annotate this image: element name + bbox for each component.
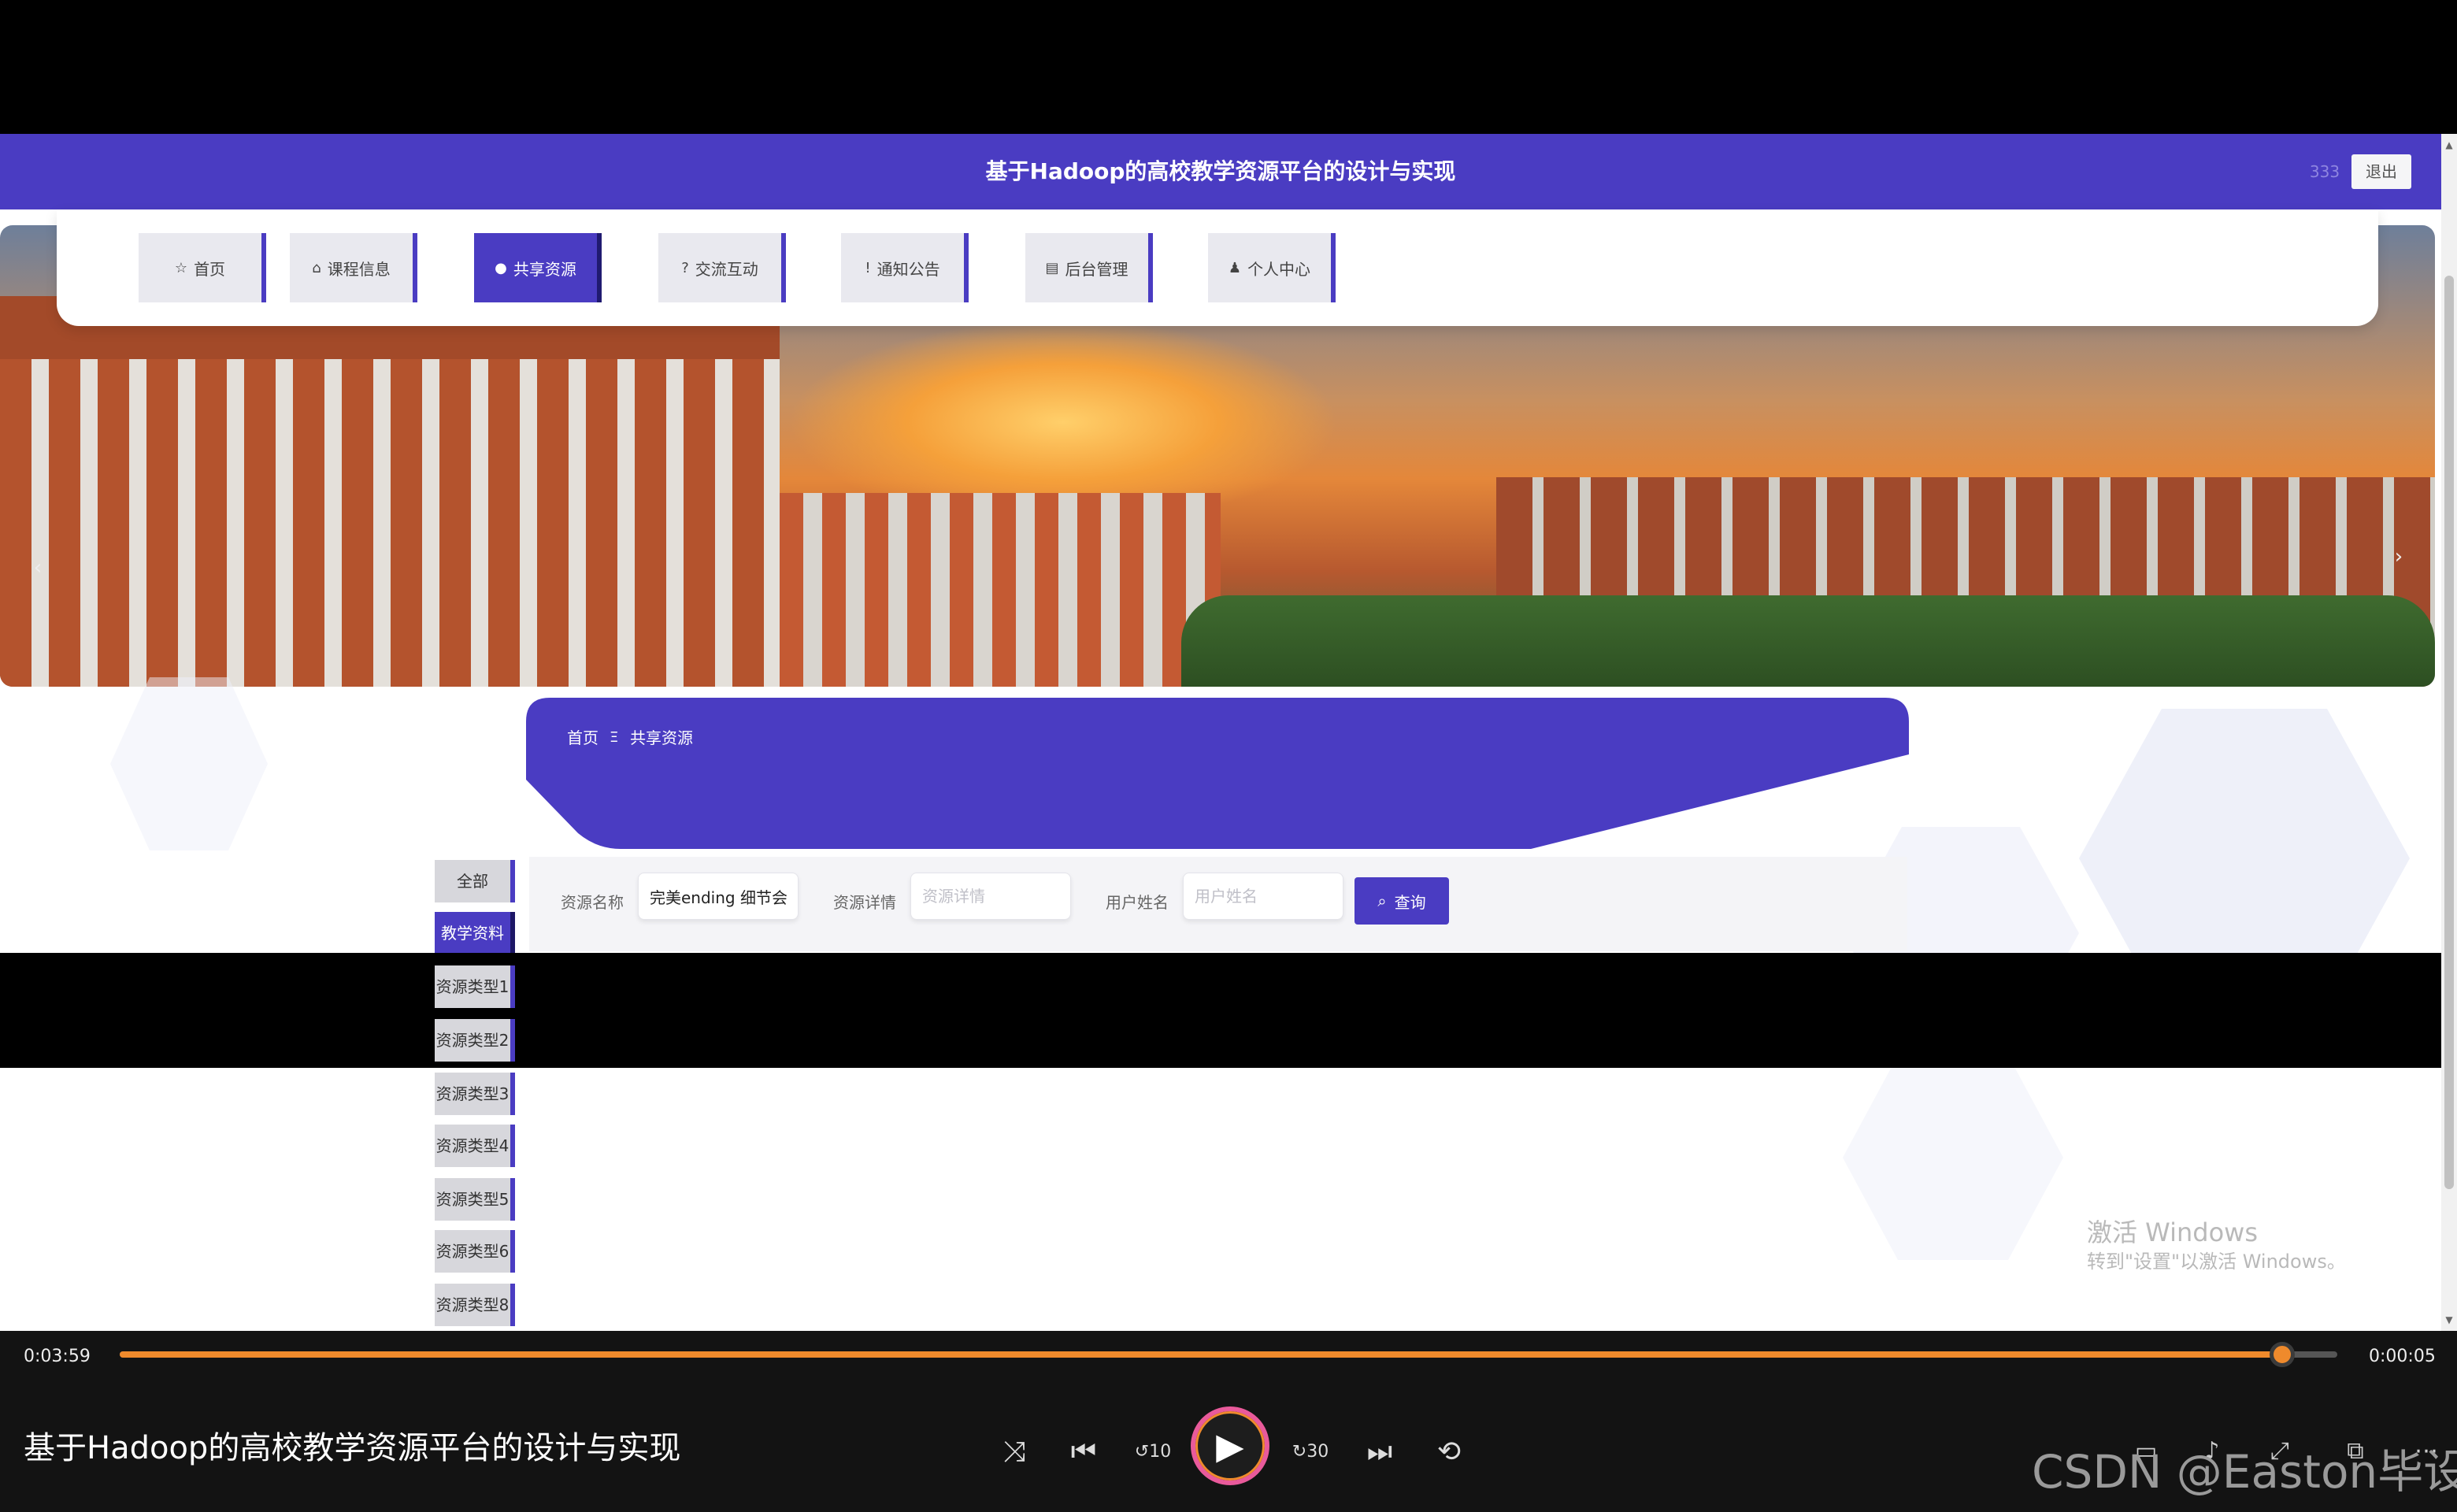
user-icon: ♟ xyxy=(1228,259,1242,276)
user-number: 333 xyxy=(2309,162,2340,181)
user-name-input[interactable] xyxy=(1183,873,1343,920)
search-button-label: 查询 xyxy=(1394,892,1426,912)
breadcrumb-separator: Ξ xyxy=(610,729,619,746)
loop-icon[interactable]: ⟲ xyxy=(1427,1430,1471,1474)
exclamation-icon: ! xyxy=(865,259,871,276)
question-icon: ? xyxy=(681,259,689,276)
category-teaching-materials[interactable]: 教学资料 xyxy=(435,912,515,954)
nav-tab-label: 课程信息 xyxy=(327,259,391,279)
csdn-watermark: CSDN @Easton毕设 xyxy=(2032,1445,2457,1499)
rewind-10-icon[interactable]: ↺10 xyxy=(1131,1430,1175,1474)
search-icon: ⌕ xyxy=(1377,891,1387,910)
carousel-next-icon[interactable]: › xyxy=(2389,545,2408,569)
nav-tab-admin[interactable]: ▤ 后台管理 xyxy=(1025,233,1153,302)
category-type-2[interactable]: 资源类型2 xyxy=(435,1019,515,1062)
search-button[interactable]: ⌕ 查询 xyxy=(1354,877,1449,925)
carousel-prev-icon[interactable]: ‹ xyxy=(28,556,47,580)
resource-name-label: 资源名称 xyxy=(561,893,624,912)
nav-tab-label: 后台管理 xyxy=(1065,259,1128,279)
scrollbar-thumb[interactable] xyxy=(2444,276,2454,1189)
nav-tab-label: 共享资源 xyxy=(513,259,576,279)
scroll-down-icon[interactable]: ▼ xyxy=(2441,1312,2457,1328)
current-time: 0:03:59 xyxy=(24,1347,91,1366)
breadcrumb-banner xyxy=(526,698,1909,849)
nav-tab-profile[interactable]: ♟ 个人中心 xyxy=(1208,233,1336,302)
hex-decoration xyxy=(110,677,268,850)
resource-name-input[interactable] xyxy=(638,873,799,920)
hex-decoration xyxy=(1843,1055,2063,1260)
banner-building-middle xyxy=(780,493,1221,687)
nav-tab-home[interactable]: ☆ 首页 xyxy=(139,233,266,302)
resource-detail-label: 资源详情 xyxy=(833,893,896,912)
forward-30-icon[interactable]: ↻30 xyxy=(1288,1430,1332,1474)
resource-detail-input[interactable] xyxy=(910,873,1071,920)
nav-tab-discussion[interactable]: ? 交流互动 xyxy=(658,233,786,302)
category-type-4[interactable]: 资源类型4 xyxy=(435,1125,515,1167)
nav-tab-notices[interactable]: ! 通知公告 xyxy=(841,233,969,302)
category-type-5[interactable]: 资源类型5 xyxy=(435,1178,515,1221)
info-circle-icon: ● xyxy=(495,259,507,276)
site-title: 基于Hadoop的高校教学资源平台的设计与实现 xyxy=(985,158,1456,184)
play-icon[interactable]: ▶ xyxy=(1191,1406,1269,1485)
previous-icon[interactable]: ⏮ xyxy=(1062,1430,1106,1474)
nav-tab-label: 通知公告 xyxy=(876,259,940,279)
nav-tab-label: 交流互动 xyxy=(695,259,758,279)
logout-button[interactable]: 退出 xyxy=(2351,154,2411,189)
category-all[interactable]: 全部 xyxy=(435,860,515,902)
nav-tab-shared-resources[interactable]: ● 共享资源 xyxy=(474,233,602,302)
next-icon[interactable]: ⏭ xyxy=(1358,1430,1402,1474)
bag-icon: ⌂ xyxy=(312,259,321,276)
video-title: 基于Hadoop的高校教学资源平台的设计与实现 xyxy=(24,1430,681,1466)
banner-trees xyxy=(1181,595,2435,687)
category-type-8[interactable]: 资源类型8 xyxy=(435,1284,515,1326)
calendar-icon: ▤ xyxy=(1045,259,1059,276)
site-header: 基于Hadoop的高校教学资源平台的设计与实现 333 退出 xyxy=(0,134,2441,209)
breadcrumb-current: 共享资源 xyxy=(630,728,693,747)
category-type-1[interactable]: 资源类型1 xyxy=(435,965,515,1008)
breadcrumb-home-link[interactable]: 首页 xyxy=(567,726,598,750)
category-type-3[interactable]: 资源类型3 xyxy=(435,1073,515,1115)
web-page: 基于Hadoop的高校教学资源平台的设计与实现 333 退出 ▲ ▼ ‹ › ☆… xyxy=(0,134,2457,1331)
total-time: 0:00:05 xyxy=(2369,1347,2436,1366)
user-name-label: 用户姓名 xyxy=(1106,893,1169,912)
scroll-up-icon[interactable]: ▲ xyxy=(2441,137,2457,153)
progress-fill xyxy=(120,1351,2282,1358)
progress-knob[interactable] xyxy=(2269,1342,2295,1367)
forward-label: 30 xyxy=(1306,1442,1329,1462)
category-type-6[interactable]: 资源类型6 xyxy=(435,1230,515,1273)
video-black-band xyxy=(0,953,2441,1068)
windows-activation-hint: 转到"设置"以激活 Windows。 xyxy=(2087,1251,2346,1273)
nav-tab-label: 个人中心 xyxy=(1247,259,1311,279)
shuffle-icon[interactable]: ⤨ xyxy=(992,1430,1036,1474)
nav-tab-label: 首页 xyxy=(194,259,226,279)
nav-tab-course-info[interactable]: ⌂ 课程信息 xyxy=(290,233,417,302)
rewind-label: 10 xyxy=(1149,1442,1172,1462)
star-icon: ☆ xyxy=(174,259,188,276)
windows-activation-title: 激活 Windows xyxy=(2087,1217,2259,1247)
